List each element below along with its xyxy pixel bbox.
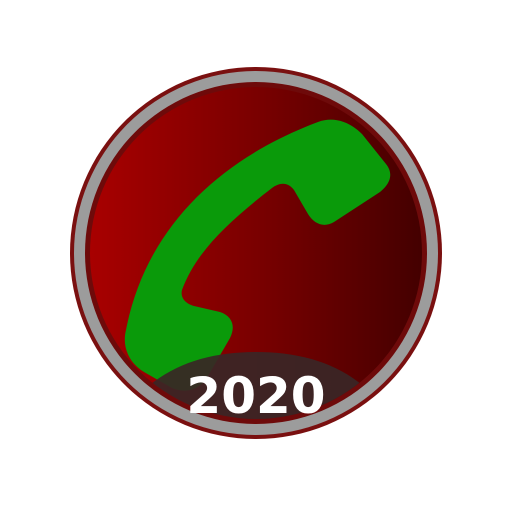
app-icon[interactable]: 2020 (0, 0, 512, 512)
app-icon-graphic: 2020 (70, 67, 442, 439)
year-label: 2020 (186, 367, 325, 425)
